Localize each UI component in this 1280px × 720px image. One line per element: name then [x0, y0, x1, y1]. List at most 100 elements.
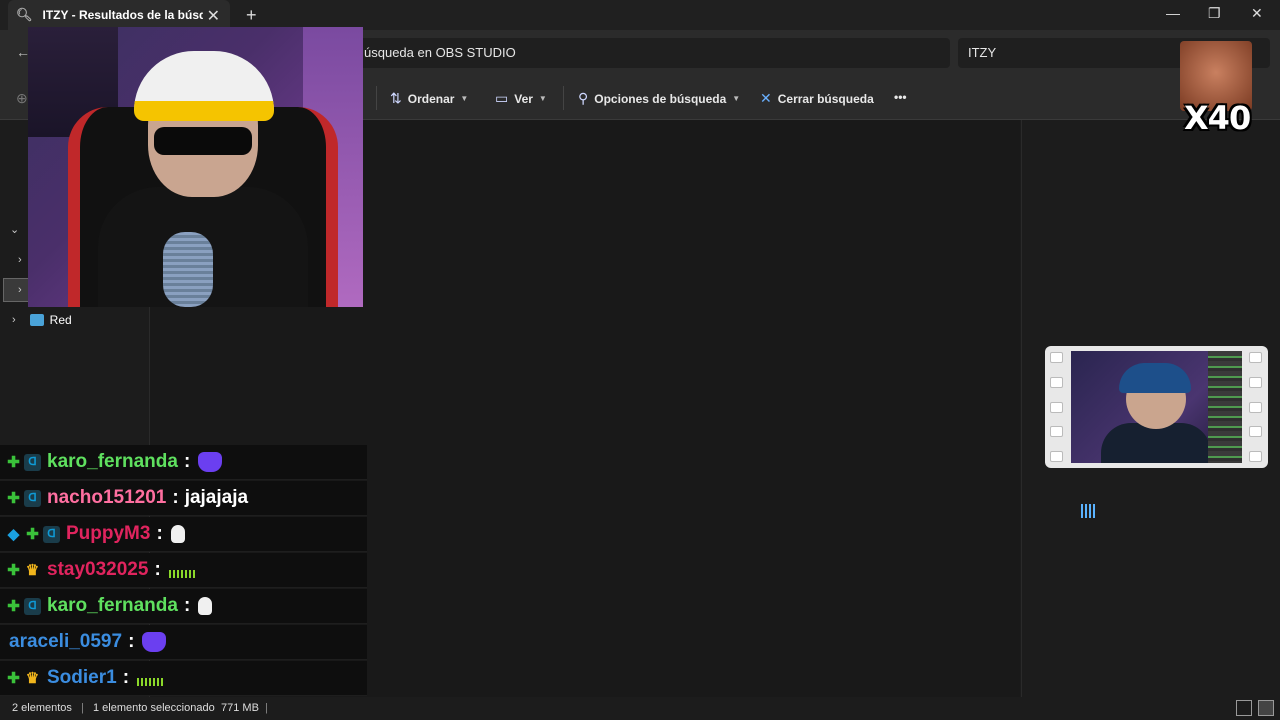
chat-username: araceli_0597 — [9, 631, 123, 652]
meme-overlay: X40 — [1180, 41, 1252, 137]
chat-text: jajajaja — [184, 487, 249, 508]
close-search-label: Cerrar búsqueda — [777, 91, 874, 106]
chat-message: ✚ ᗡ karo_fernanda: — [0, 589, 367, 624]
chat-separator: : — [122, 667, 130, 688]
crown-badge-icon: ♛ — [25, 561, 40, 579]
status-divider: | — [265, 702, 268, 714]
chevron-right-icon[interactable]: › — [18, 254, 22, 266]
tab-title: ITZY - Resultados de la búsq — [42, 8, 203, 22]
cam-person-body — [1101, 423, 1211, 463]
item-count: 2 elementos — [12, 702, 72, 714]
x-icon: ✕ — [760, 90, 772, 106]
crown-badge-icon: ♛ — [25, 669, 40, 687]
new-tab-icon[interactable]: + — [246, 5, 257, 26]
bars-emote-icon — [137, 678, 164, 686]
purple-emote-icon — [142, 632, 167, 652]
chevron-down-icon: ▼ — [460, 94, 469, 103]
selection-count: 1 elemento seleccionado — [93, 702, 215, 714]
purple-emote-icon — [198, 452, 223, 472]
details-view-icon[interactable] — [1236, 700, 1252, 716]
nav-selected-item[interactable]: › — [3, 278, 29, 302]
minimize-icon[interactable]: — — [1166, 5, 1180, 21]
chevron-right-icon: › — [18, 284, 22, 296]
plus-badge-icon: ✚ — [26, 525, 39, 543]
more-icon: ••• — [894, 90, 907, 104]
new-item-icon[interactable]: ⊕ — [16, 90, 28, 107]
sort-label: Ordenar — [407, 91, 455, 106]
goose-emote-icon — [198, 597, 213, 615]
chat-separator: : — [183, 595, 191, 616]
plus-badge-icon: ✚ — [7, 597, 20, 615]
nav-network-label: Red — [49, 313, 72, 327]
toolbar-divider — [376, 86, 377, 110]
meme-multiplier: X40 — [1184, 99, 1251, 137]
equalizer-icon — [1081, 504, 1097, 518]
sort-button[interactable]: ⇅ Ordenar ▼ — [390, 90, 468, 107]
status-bar: 2 elementos | 1 elemento seleccionado 77… — [0, 697, 1280, 720]
address-bar[interactable]: úsqueda en OBS STUDIO — [350, 38, 950, 68]
film-holes-right — [1249, 352, 1263, 462]
monitor-icon: ▭ — [495, 90, 509, 106]
chat-separator: : — [183, 451, 191, 472]
plus-badge-icon: ✚ — [7, 489, 20, 507]
toolbar-divider — [563, 86, 564, 110]
title-bar: 🔍︎ ITZY - Resultados de la búsq ✕ + — ❐ … — [0, 0, 1280, 30]
network-icon — [29, 314, 44, 326]
chat-message: ✚ ᗡ karo_fernanda: — [0, 445, 367, 480]
cube-badge-icon: ◆ — [7, 525, 20, 543]
close-window-icon[interactable]: ✕ — [1251, 5, 1263, 22]
chat-separator: : — [154, 559, 161, 580]
chevron-down-icon: ▼ — [538, 94, 547, 103]
chat-overlay: ✚ ᗡ karo_fernanda: ✚ ᗡ nacho151201: jajajaja ◆ ✚… — [0, 445, 367, 697]
vip-badge-icon: ᗡ — [24, 597, 41, 615]
more-button[interactable]: ••• — [894, 90, 907, 104]
chat-message: ✚ ♛ Sodier1: — [0, 661, 367, 696]
view-label: Ver — [514, 91, 533, 106]
status-divider: | — [81, 702, 84, 714]
vip-badge-icon: ᗡ — [43, 525, 60, 543]
chevron-down-icon[interactable]: ⌄ — [10, 223, 19, 236]
chat-username: nacho151201 — [47, 487, 167, 508]
close-search-button[interactable]: ✕ Cerrar búsqueda — [760, 90, 874, 107]
cam-person-cap — [1119, 363, 1191, 393]
vip-badge-icon: ᗡ — [24, 453, 41, 471]
search-options-label: Opciones de búsqueda — [594, 91, 727, 106]
tiles-view-icon[interactable] — [1258, 700, 1274, 716]
browser-tab[interactable]: 🔍︎ ITZY - Resultados de la búsq ✕ — [8, 0, 230, 30]
chat-username: stay032025 — [47, 559, 149, 580]
maximize-icon[interactable]: ❐ — [1208, 5, 1221, 22]
chat-username: karo_fernanda — [47, 451, 178, 472]
webcam-person-sunglasses — [154, 127, 252, 155]
chat-username: PuppyM3 — [66, 523, 151, 544]
chat-separator: : — [156, 523, 163, 544]
tab-close-icon[interactable]: ✕ — [207, 6, 220, 26]
goose-emote-icon — [170, 525, 185, 543]
chat-message: ✚ ♛ stay032025: — [0, 553, 367, 588]
film-holes-left — [1050, 352, 1064, 462]
chat-username: karo_fernanda — [47, 595, 178, 616]
filmstrip-cam-frame — [1071, 351, 1242, 463]
chat-message: araceli_0597: — [0, 625, 367, 660]
chevron-right-icon: › — [12, 314, 16, 326]
cam-chat-strip — [1208, 351, 1242, 463]
chat-separator: : — [172, 487, 179, 508]
webcam-microphone — [163, 232, 213, 307]
screen: 🔍︎ ITZY - Resultados de la búsq ✕ + — ❐ … — [0, 0, 1280, 720]
view-button[interactable]: ▭ Ver ▼ — [495, 90, 547, 107]
chat-separator: : — [128, 631, 135, 652]
vip-badge-icon: ᗡ — [24, 489, 41, 507]
magnifier-icon: 🔍︎ — [16, 7, 33, 22]
plus-badge-icon: ✚ — [7, 561, 20, 579]
filmstrip-cam-overlay — [1045, 346, 1268, 468]
plus-badge-icon: ✚ — [7, 453, 20, 471]
plus-badge-icon: ✚ — [7, 669, 20, 687]
chat-message: ◆ ✚ ᗡ PuppyM3: — [0, 517, 367, 552]
chat-message: ✚ ᗡ nacho151201: jajajaja — [0, 481, 367, 516]
streamer-webcam — [28, 27, 363, 307]
sort-arrows-icon: ⇅ — [390, 90, 402, 106]
search-person-icon: ⚲ — [578, 90, 589, 106]
selection-size: 771 MB — [221, 702, 259, 714]
nav-item-network[interactable]: › Red — [12, 313, 72, 327]
chevron-down-icon: ▼ — [732, 94, 741, 103]
search-options-button[interactable]: ⚲ Opciones de búsqueda ▼ — [578, 90, 740, 107]
